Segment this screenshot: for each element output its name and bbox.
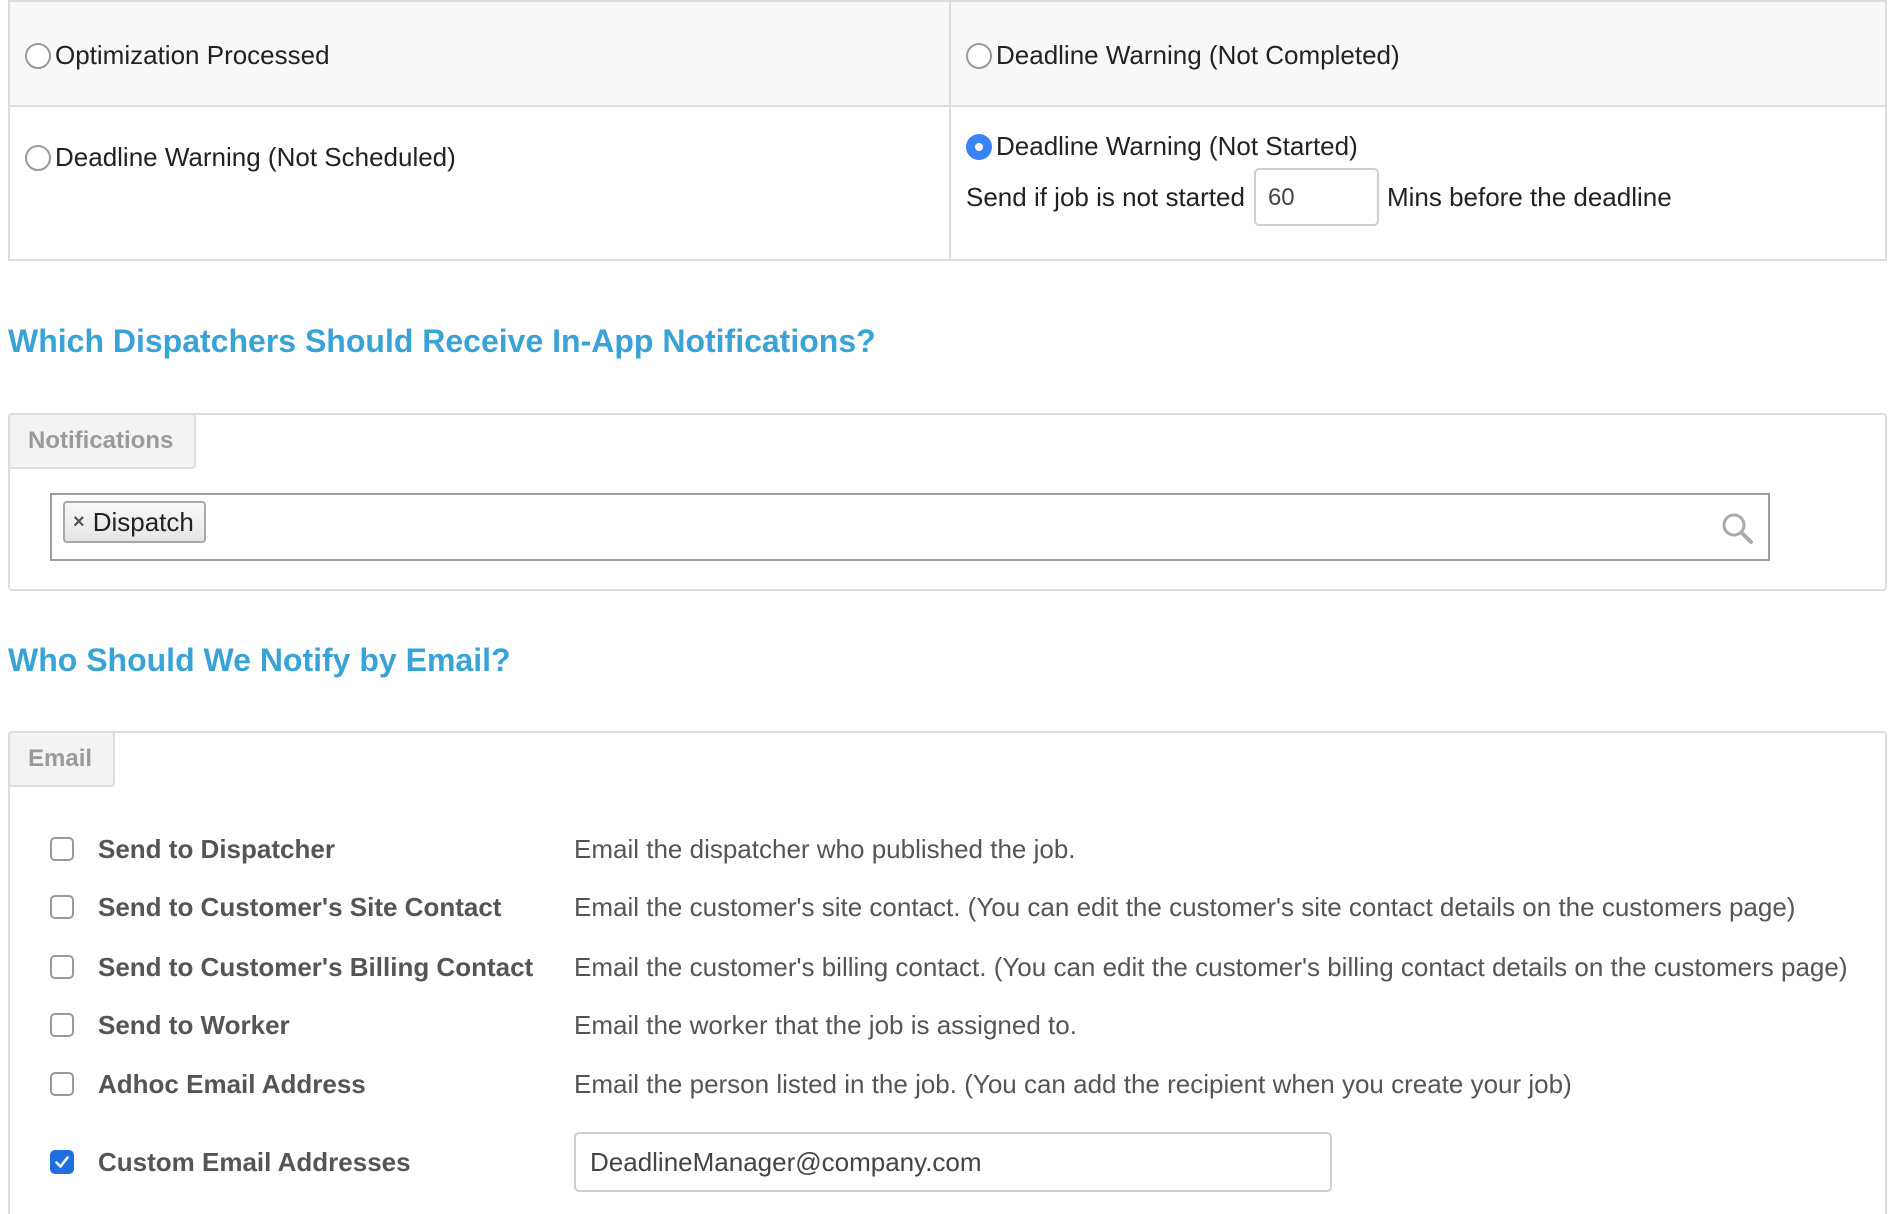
- radio-deadline-not-scheduled[interactable]: Deadline Warning (Not Scheduled): [25, 142, 456, 173]
- trigger-table: Optimization Processed Deadline Warning …: [8, 0, 1887, 261]
- option-send-to-site-contact[interactable]: Send to Customer's Site Contact Email th…: [50, 891, 1795, 923]
- radio-label: Optimization Processed: [55, 40, 330, 70]
- tag-label: Dispatch: [92, 506, 194, 537]
- radio-deadline-not-started[interactable]: Deadline Warning (Not Started): [966, 131, 1358, 162]
- tag-dispatch: × Dispatch: [63, 501, 206, 543]
- notification-settings-page: Optimization Processed Deadline Warning …: [0, 0, 1896, 1214]
- threshold-setting: Send if job is not started 60 Mins befor…: [966, 168, 1672, 226]
- notifications-tab[interactable]: Notifications: [8, 413, 196, 469]
- checkbox[interactable]: [50, 837, 74, 861]
- email-tab[interactable]: Email: [8, 731, 115, 787]
- dispatcher-tag-input[interactable]: × Dispatch: [50, 493, 1770, 561]
- option-send-to-billing-contact[interactable]: Send to Customer's Billing Contact Email…: [50, 951, 1848, 983]
- option-label: Send to Customer's Billing Contact: [98, 951, 534, 982]
- option-label: Send to Worker: [98, 1009, 290, 1040]
- radio-optimization-processed[interactable]: Optimization Processed: [25, 40, 330, 71]
- radio-label: Deadline Warning (Not Scheduled): [55, 142, 456, 172]
- option-label: Send to Dispatcher: [98, 833, 335, 864]
- threshold-prefix: Send if job is not started: [966, 181, 1245, 212]
- radio-label: Deadline Warning (Not Completed): [996, 40, 1400, 70]
- option-custom-email[interactable]: Custom Email Addresses DeadlineManager@c…: [50, 1132, 1332, 1192]
- close-icon[interactable]: ×: [73, 511, 85, 534]
- trigger-cell-not-started: Deadline Warning (Not Started) Send if j…: [951, 107, 1885, 259]
- trigger-cell-optimization: Optimization Processed: [10, 2, 951, 107]
- option-description: Email the worker that the job is assigne…: [574, 1009, 1077, 1040]
- option-adhoc-email[interactable]: Adhoc Email Address Email the person lis…: [50, 1068, 1572, 1100]
- radio-button[interactable]: [25, 42, 51, 69]
- radio-deadline-not-completed[interactable]: Deadline Warning (Not Completed): [966, 40, 1400, 71]
- threshold-suffix: Mins before the deadline: [1386, 181, 1672, 212]
- option-description: Email the customer's site contact. (You …: [574, 891, 1796, 922]
- in-app-heading: Which Dispatchers Should Receive In-App …: [8, 323, 876, 359]
- email-heading: Who Should We Notify by Email?: [8, 642, 511, 678]
- checkbox-checked[interactable]: [50, 1150, 74, 1174]
- radio-button[interactable]: [966, 42, 992, 69]
- radio-button[interactable]: [25, 144, 51, 171]
- notifications-panel: Notifications × Dispatch: [8, 413, 1887, 591]
- radio-button-selected[interactable]: [966, 133, 992, 160]
- search-icon[interactable]: [1720, 511, 1754, 545]
- option-description: Email the person listed in the job. (You…: [574, 1068, 1572, 1099]
- option-send-to-dispatcher[interactable]: Send to Dispatcher Email the dispatcher …: [50, 833, 1076, 865]
- email-panel: Email Send to Dispatcher Email the dispa…: [8, 731, 1887, 1214]
- trigger-cell-not-scheduled: Deadline Warning (Not Scheduled): [10, 107, 951, 259]
- minutes-input[interactable]: 60: [1253, 168, 1379, 226]
- checkbox[interactable]: [50, 1013, 74, 1037]
- option-description: Email the customer's billing contact. (Y…: [574, 951, 1848, 982]
- option-description: Email the dispatcher who published the j…: [574, 833, 1076, 864]
- checkbox[interactable]: [50, 895, 74, 919]
- check-icon: [55, 1156, 69, 1168]
- option-label: Custom Email Addresses: [98, 1146, 411, 1177]
- option-label: Adhoc Email Address: [98, 1068, 366, 1099]
- checkbox[interactable]: [50, 1072, 74, 1096]
- custom-email-input[interactable]: DeadlineManager@company.com: [574, 1132, 1332, 1192]
- radio-label: Deadline Warning (Not Started): [996, 131, 1358, 161]
- option-send-to-worker[interactable]: Send to Worker Email the worker that the…: [50, 1009, 1077, 1041]
- checkbox[interactable]: [50, 955, 74, 979]
- option-label: Send to Customer's Site Contact: [98, 891, 502, 922]
- trigger-cell-not-completed: Deadline Warning (Not Completed): [951, 2, 1885, 107]
